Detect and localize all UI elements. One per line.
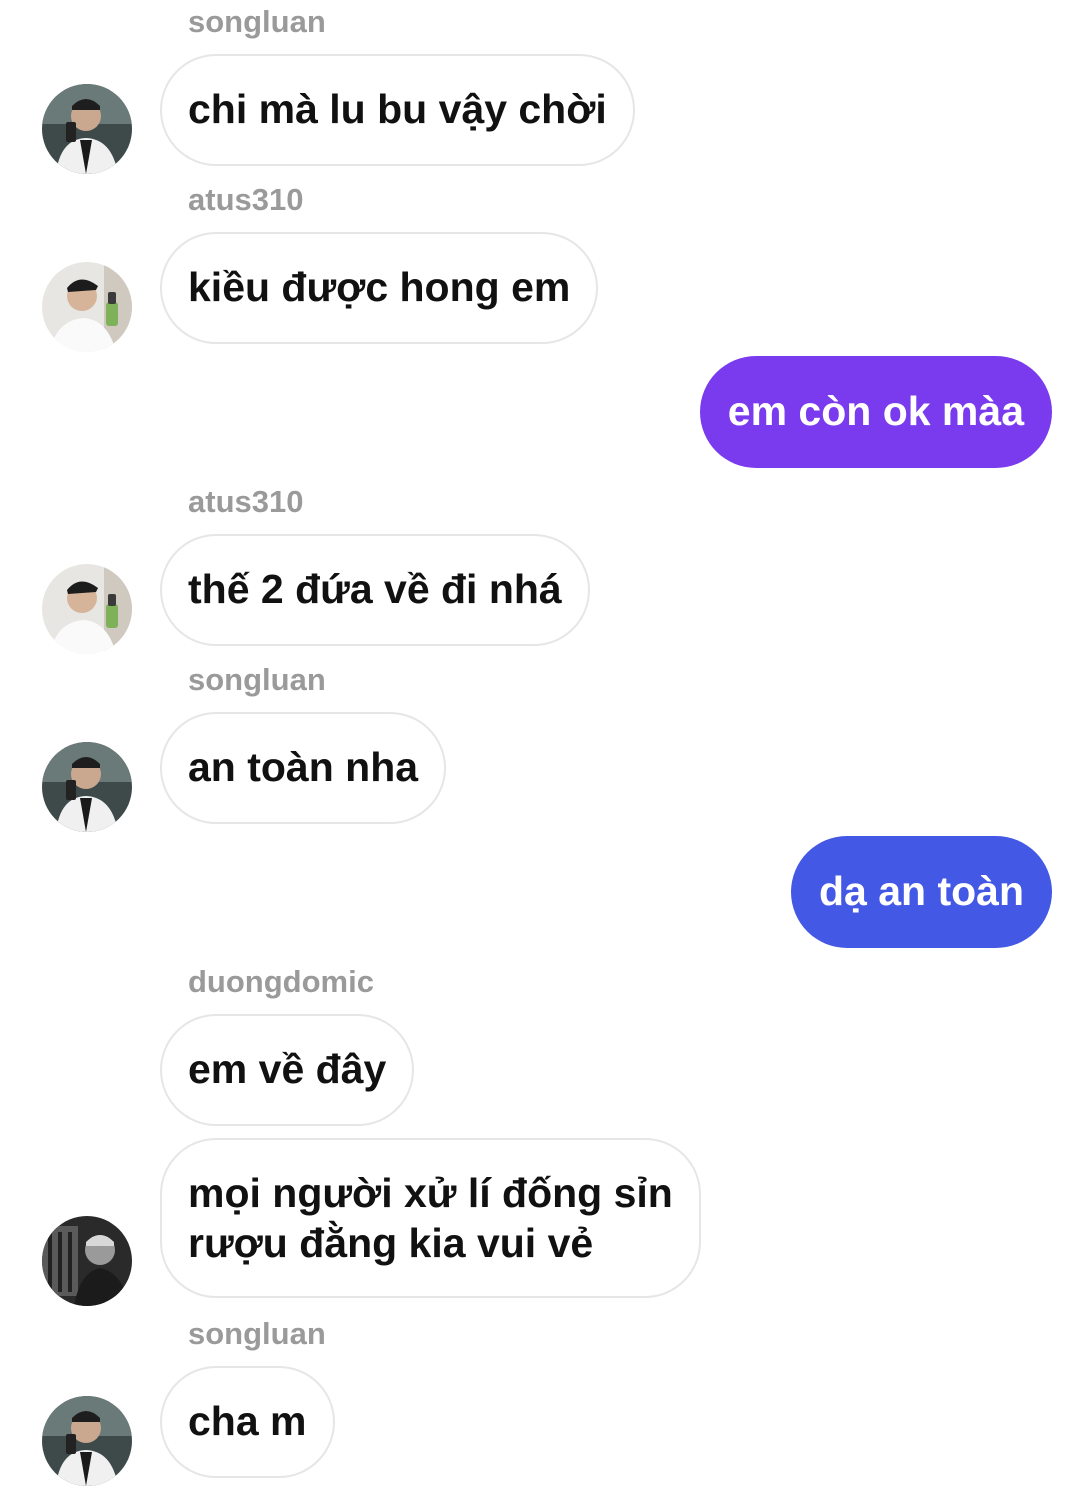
message-text: kiều được hong em bbox=[188, 264, 571, 310]
user-photo-icon bbox=[42, 742, 132, 832]
sender-name: songluan bbox=[188, 4, 326, 39]
user-photo-icon bbox=[42, 84, 132, 174]
message-text: cha m bbox=[188, 1398, 307, 1444]
message-text-line: mọi người xử lí đống sỉn bbox=[188, 1170, 673, 1216]
avatar[interactable] bbox=[42, 742, 132, 832]
message-bubble-outgoing[interactable]: dạ an toàn bbox=[790, 836, 1052, 948]
message-bubble[interactable]: em về đây bbox=[160, 1014, 415, 1126]
sender-name: duongdomic bbox=[188, 964, 374, 999]
sender-name: atus310 bbox=[188, 484, 304, 519]
message-text: thế 2 đứa về đi nhá bbox=[188, 566, 562, 612]
message-text: chi mà lu bu vậy chời bbox=[188, 86, 607, 132]
sender-name: songluan bbox=[188, 1316, 326, 1351]
message-bubble-outgoing[interactable]: em còn ok màa bbox=[699, 356, 1052, 468]
user-photo-icon bbox=[42, 1396, 132, 1486]
message-text-line: rượu đằng kia vui vẻ bbox=[188, 1220, 594, 1266]
avatar[interactable] bbox=[42, 84, 132, 174]
sender-name: songluan bbox=[188, 662, 326, 697]
message-bubble[interactable]: an toàn nha bbox=[160, 712, 447, 824]
user-photo-icon bbox=[42, 1216, 132, 1306]
avatar[interactable] bbox=[42, 1216, 132, 1306]
message-bubble[interactable]: cha m bbox=[160, 1366, 335, 1478]
user-photo-icon bbox=[42, 564, 132, 654]
message-text: an toàn nha bbox=[188, 744, 419, 790]
chat-thread: songluan chi mà lu bu vậy chời atus310 k… bbox=[0, 0, 1080, 1504]
avatar[interactable] bbox=[42, 262, 132, 352]
message-bubble[interactable]: thế 2 đứa về đi nhá bbox=[160, 534, 590, 646]
message-text: em về đây bbox=[188, 1046, 387, 1092]
sender-name: atus310 bbox=[188, 182, 304, 217]
message-bubble[interactable]: chi mà lu bu vậy chời bbox=[160, 54, 635, 166]
message-bubble[interactable]: mọi người xử lí đống sỉn rượu đằng kia v… bbox=[160, 1138, 701, 1298]
avatar[interactable] bbox=[42, 1396, 132, 1486]
avatar[interactable] bbox=[42, 564, 132, 654]
message-text: em còn ok màa bbox=[727, 388, 1024, 434]
message-bubble[interactable]: kiều được hong em bbox=[160, 232, 599, 344]
user-photo-icon bbox=[42, 262, 132, 352]
message-text: dạ an toàn bbox=[818, 868, 1024, 914]
